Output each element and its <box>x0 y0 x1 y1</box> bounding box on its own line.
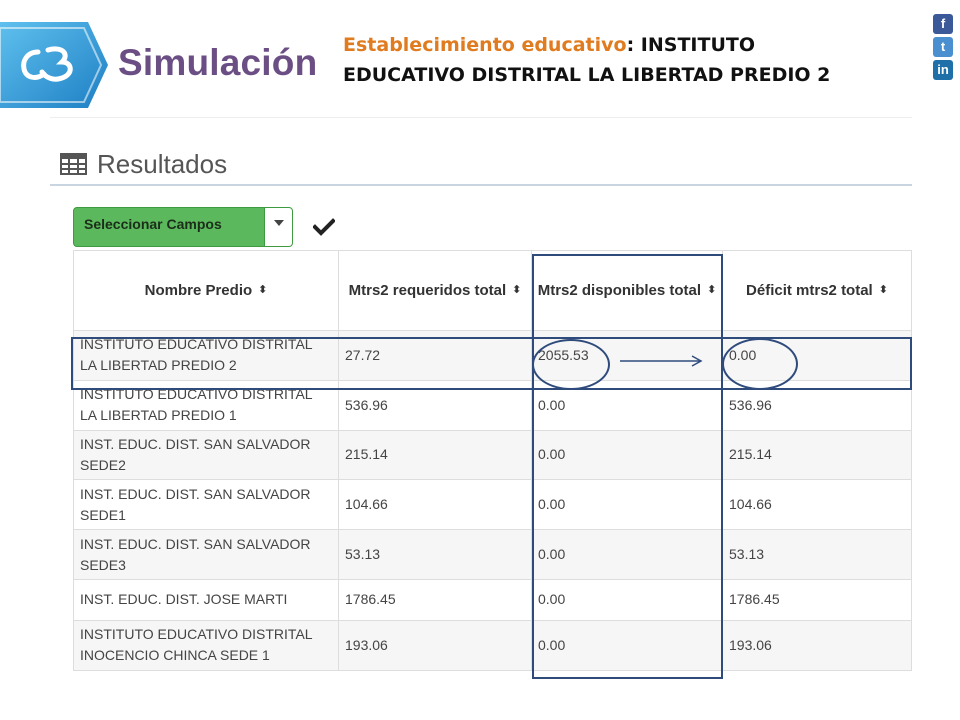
table-row: INST. EDUC. DIST. JOSE MARTI 1786.45 0.0… <box>73 578 912 621</box>
cell-nombre-predio: INST. EDUC. DIST. SAN SALVADOR SEDE2 <box>73 429 339 481</box>
logo-icon <box>0 22 108 108</box>
cell-mtrs2-requeridos: 193.06 <box>338 619 532 671</box>
cell-deficit: 1786.45 <box>722 578 912 621</box>
page-title: Simulación <box>118 42 318 83</box>
table-icon <box>60 153 87 175</box>
cell-nombre-predio: INST. EDUC. DIST. SAN SALVADOR SEDE1 <box>73 479 339 531</box>
arrow-right-icon <box>620 355 703 367</box>
table-row: INST. EDUC. DIST. SAN SALVADOR SEDE3 53.… <box>73 529 912 580</box>
linkedin-icon[interactable]: in <box>933 60 953 80</box>
highlight-oval-disponibles <box>532 339 610 390</box>
cell-deficit: 215.14 <box>722 429 912 481</box>
highlight-column-box <box>532 254 723 679</box>
table-row: INSTITUTO EDUCATIVO DISTRITAL INOCENCIO … <box>73 619 912 671</box>
header-divider <box>50 117 912 118</box>
cell-mtrs2-requeridos: 1786.45 <box>338 578 532 621</box>
cell-nombre-predio: INSTITUTO EDUCATIVO DISTRITAL INOCENCIO … <box>73 619 339 671</box>
chevron-down-icon[interactable] <box>264 208 292 246</box>
establishment-info: Establecimiento educativo: INSTITUTO EDU… <box>343 30 863 90</box>
sort-icon[interactable]: ⬍ <box>258 279 267 302</box>
twitter-icon[interactable]: t <box>933 37 953 57</box>
cell-mtrs2-requeridos: 215.14 <box>338 429 532 481</box>
social-links: f t in <box>933 14 955 83</box>
select-fields-label: Seleccionar Campos <box>84 216 222 232</box>
cell-nombre-predio: INST. EDUC. DIST. SAN SALVADOR SEDE3 <box>73 529 339 580</box>
establishment-separator: : <box>626 34 641 56</box>
column-header-mtrs2-requeridos[interactable]: Mtrs2 requeridos total ⬍ <box>338 250 532 331</box>
results-heading: Resultados <box>60 148 227 180</box>
cell-nombre-predio: INST. EDUC. DIST. JOSE MARTI <box>73 578 339 621</box>
sort-icon[interactable]: ⬍ <box>512 279 521 302</box>
cell-mtrs2-requeridos: 104.66 <box>338 479 532 531</box>
select-fields-button[interactable]: Seleccionar Campos <box>73 207 293 247</box>
cell-deficit: 53.13 <box>722 529 912 580</box>
cell-deficit: 104.66 <box>722 479 912 531</box>
facebook-icon[interactable]: f <box>933 14 953 34</box>
checkmark-icon[interactable] <box>313 218 335 236</box>
results-title: Resultados <box>97 148 228 179</box>
table-header-row: Nombre Predio ⬍ Mtrs2 requeridos total ⬍ M… <box>73 250 912 331</box>
results-divider <box>50 184 912 186</box>
highlight-oval-deficit <box>722 338 798 390</box>
cell-mtrs2-requeridos: 53.13 <box>338 529 532 580</box>
table-row: INST. EDUC. DIST. SAN SALVADOR SEDE2 215… <box>73 429 912 481</box>
cell-deficit: 193.06 <box>722 619 912 671</box>
establishment-label: Establecimiento educativo <box>343 34 627 56</box>
results-table: Nombre Predio ⬍ Mtrs2 requeridos total ⬍ M… <box>73 250 912 671</box>
sort-icon[interactable]: ⬍ <box>879 279 888 302</box>
column-header-deficit[interactable]: Déficit mtrs2 total ⬍ <box>722 250 912 331</box>
column-header-nombre-predio[interactable]: Nombre Predio ⬍ <box>73 250 339 331</box>
company-logo <box>0 22 110 108</box>
table-row: INST. EDUC. DIST. SAN SALVADOR SEDE1 104… <box>73 479 912 531</box>
